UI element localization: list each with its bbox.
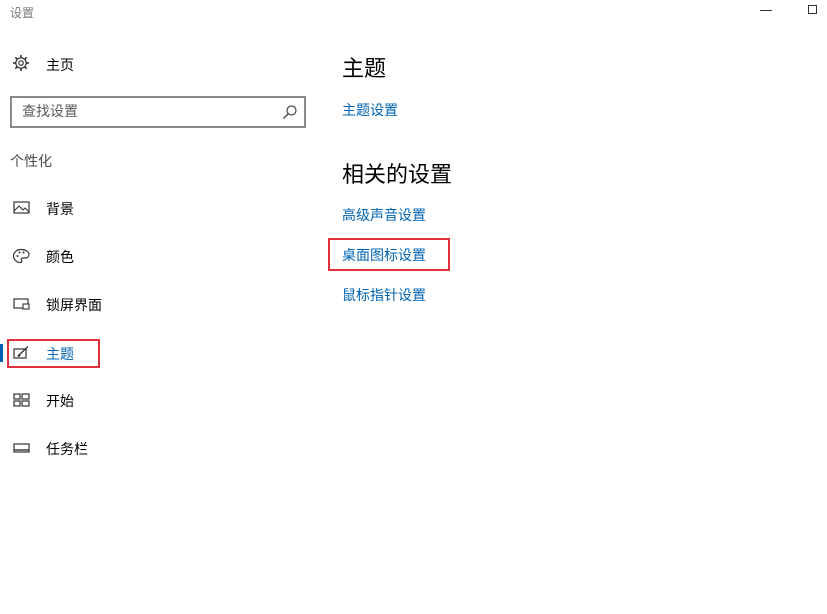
sidebar-item-label: 开始 (46, 394, 74, 410)
theme-settings-link[interactable]: 主题设置 (342, 100, 398, 120)
minimize-icon[interactable] (760, 10, 772, 11)
window-title: 设置 (10, 6, 35, 20)
image-icon (12, 200, 32, 216)
sidebar-item-taskbar[interactable]: 任务栏 (0, 432, 300, 464)
highlight-box-desktop-icons (328, 238, 450, 271)
mouse-pointer-settings-link[interactable]: 鼠标指针设置 (342, 285, 426, 305)
maximize-icon[interactable] (808, 5, 817, 14)
gear-icon (12, 54, 30, 76)
sidebar-item-label: 背景 (46, 202, 74, 218)
lock-screen-icon (12, 296, 32, 312)
sidebar-item-label: 锁屏界面 (46, 298, 102, 314)
page-title: 主题 (342, 57, 387, 82)
section-title-personalization: 个性化 (10, 154, 52, 170)
sidebar-item-start[interactable]: 开始 (0, 384, 300, 416)
active-indicator (0, 344, 3, 362)
sidebar-item-label: 任务栏 (46, 442, 88, 458)
sidebar-item-background[interactable]: 背景 (0, 192, 300, 224)
highlight-box-theme (7, 339, 100, 368)
palette-icon (12, 248, 32, 264)
search-icon[interactable] (282, 104, 298, 124)
start-grid-icon (12, 392, 32, 408)
search-input[interactable] (12, 98, 272, 126)
sidebar-item-lock-screen[interactable]: 锁屏界面 (0, 288, 300, 320)
sidebar-item-label: 颜色 (46, 250, 74, 266)
sidebar-home-label: 主页 (46, 58, 74, 74)
taskbar-icon (12, 440, 32, 456)
search-box[interactable] (10, 96, 306, 128)
sidebar-home[interactable]: 主页 (12, 54, 74, 76)
advanced-sound-settings-link[interactable]: 高级声音设置 (342, 205, 426, 225)
sidebar-item-colors[interactable]: 颜色 (0, 240, 300, 272)
related-settings-title: 相关的设置 (342, 163, 453, 188)
